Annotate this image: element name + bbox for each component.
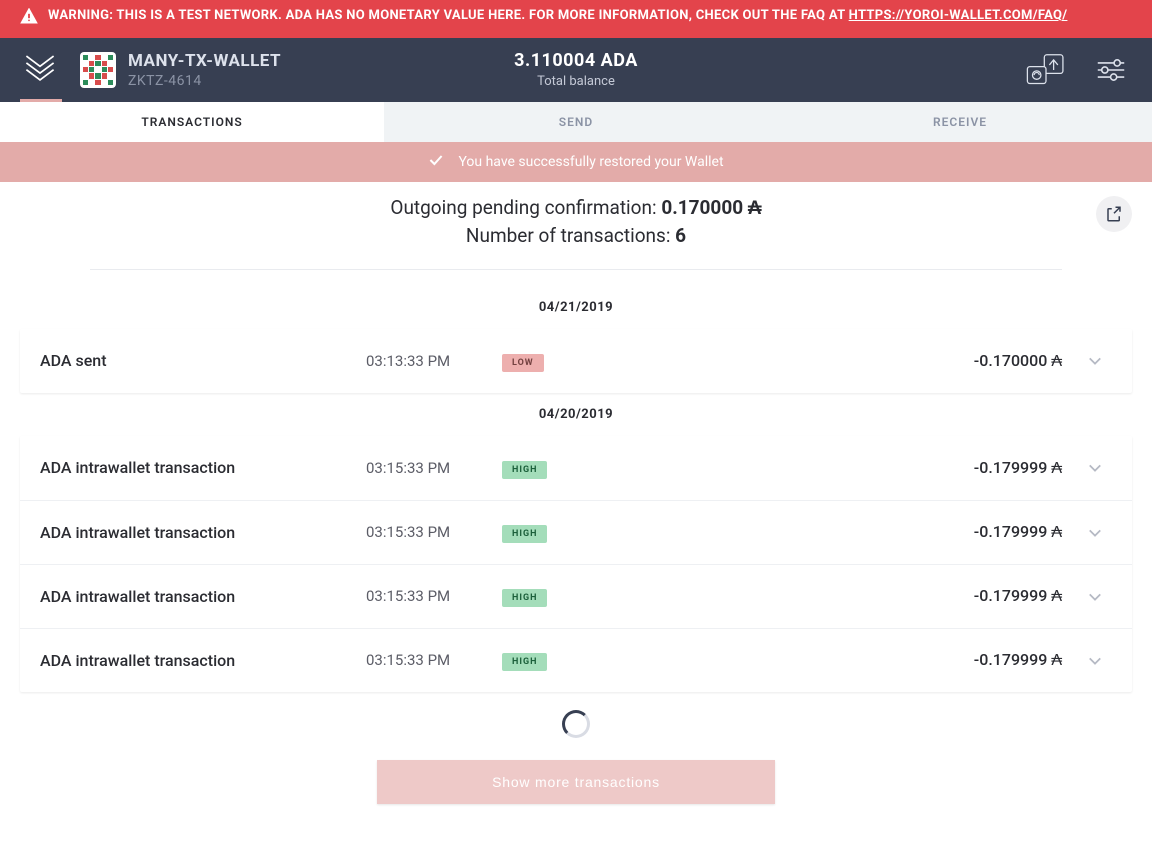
tx-type-label: ADA intrawallet transaction xyxy=(40,523,366,542)
assurance-badge-high: HIGH xyxy=(502,589,547,607)
transaction-row[interactable]: ADA intrawallet transaction 03:15:33 PM … xyxy=(20,564,1132,628)
nav-tabs: TRANSACTIONS SEND RECEIVE xyxy=(0,102,1152,142)
wallet-identicon xyxy=(80,52,116,88)
tx-amount: -0.179999₳ xyxy=(622,522,1062,542)
tx-time: 03:15:33 PM xyxy=(366,459,502,477)
tx-amount: -0.179999₳ xyxy=(622,650,1062,670)
transaction-row[interactable]: ADA intrawallet transaction 03:15:33 PM … xyxy=(20,436,1132,500)
total-balance-label: Total balance xyxy=(514,74,638,89)
tx-summary: Outgoing pending confirmation: 0.170000 … xyxy=(20,188,1132,286)
faq-link[interactable]: HTTPS://YOROI-WALLET.COM/FAQ/ xyxy=(849,8,1068,23)
chevron-down-icon xyxy=(1062,351,1102,370)
show-more-transactions-button[interactable]: Show more transactions xyxy=(377,760,775,804)
date-group-header: 04/21/2019 xyxy=(20,286,1132,329)
loading-spinner-icon xyxy=(562,710,590,738)
transaction-row[interactable]: ADA intrawallet transaction 03:15:33 PM … xyxy=(20,500,1132,564)
pending-confirmation-line: Outgoing pending confirmation: 0.170000 … xyxy=(20,194,1132,223)
restore-success-banner: You have successfully restored your Wall… xyxy=(0,142,1152,182)
chevron-down-icon xyxy=(1062,458,1102,477)
transaction-row[interactable]: ADA sent 03:13:33 PM LOW -0.170000₳ xyxy=(20,329,1132,393)
tx-amount: -0.170000₳ xyxy=(622,351,1062,371)
testnet-warning-bar: WARNING: THIS IS A TEST NETWORK. ADA HAS… xyxy=(0,0,1152,38)
tx-time: 03:15:33 PM xyxy=(366,651,502,669)
tx-time: 03:15:33 PM xyxy=(366,587,502,605)
wallet-selector[interactable]: MANY-TX-WALLET ZKTZ-4614 xyxy=(80,51,281,89)
warning-icon xyxy=(20,8,38,32)
settings-icon[interactable] xyxy=(1096,57,1126,83)
tx-type-label: ADA sent xyxy=(40,351,366,370)
tx-count-line: Number of transactions: 6 xyxy=(20,222,1132,251)
chevron-down-icon xyxy=(1062,523,1102,542)
assurance-badge-high: HIGH xyxy=(502,525,547,543)
checkmark-icon xyxy=(428,153,444,171)
tx-type-label: ADA intrawallet transaction xyxy=(40,587,366,606)
tx-amount: -0.179999₳ xyxy=(622,586,1062,606)
assurance-badge-high: HIGH xyxy=(502,653,547,671)
export-transactions-button[interactable] xyxy=(1096,196,1132,232)
tab-transactions[interactable]: TRANSACTIONS xyxy=(0,102,384,142)
date-group-header: 04/20/2019 xyxy=(20,393,1132,436)
chevron-down-icon xyxy=(1062,651,1102,670)
hw-wallet-icon[interactable] xyxy=(1024,52,1068,88)
assurance-badge-high: HIGH xyxy=(502,461,547,479)
chevron-down-icon xyxy=(1062,587,1102,606)
tab-receive[interactable]: RECEIVE xyxy=(768,102,1152,142)
app-header: MANY-TX-WALLET ZKTZ-4614 3.110004 ADA To… xyxy=(0,38,1152,102)
tx-type-label: ADA intrawallet transaction xyxy=(40,458,366,477)
warning-text: WARNING: THIS IS A TEST NETWORK. ADA HAS… xyxy=(48,6,1067,27)
assurance-badge-low: LOW xyxy=(502,354,544,372)
wallet-plate-id: ZKTZ-4614 xyxy=(128,73,281,89)
tx-time: 03:13:33 PM xyxy=(366,352,502,370)
tx-amount: -0.179999₳ xyxy=(622,458,1062,478)
tx-time: 03:15:33 PM xyxy=(366,523,502,541)
tab-send[interactable]: SEND xyxy=(384,102,768,142)
wallet-name: MANY-TX-WALLET xyxy=(128,51,281,71)
total-balance-amount: 3.110004 ADA xyxy=(514,50,638,71)
tx-type-label: ADA intrawallet transaction xyxy=(40,651,366,670)
yoroi-logo-icon[interactable] xyxy=(23,52,57,88)
active-section-indicator xyxy=(20,99,62,102)
transaction-row[interactable]: ADA intrawallet transaction 03:15:33 PM … xyxy=(20,628,1132,692)
success-message: You have successfully restored your Wall… xyxy=(458,154,723,170)
